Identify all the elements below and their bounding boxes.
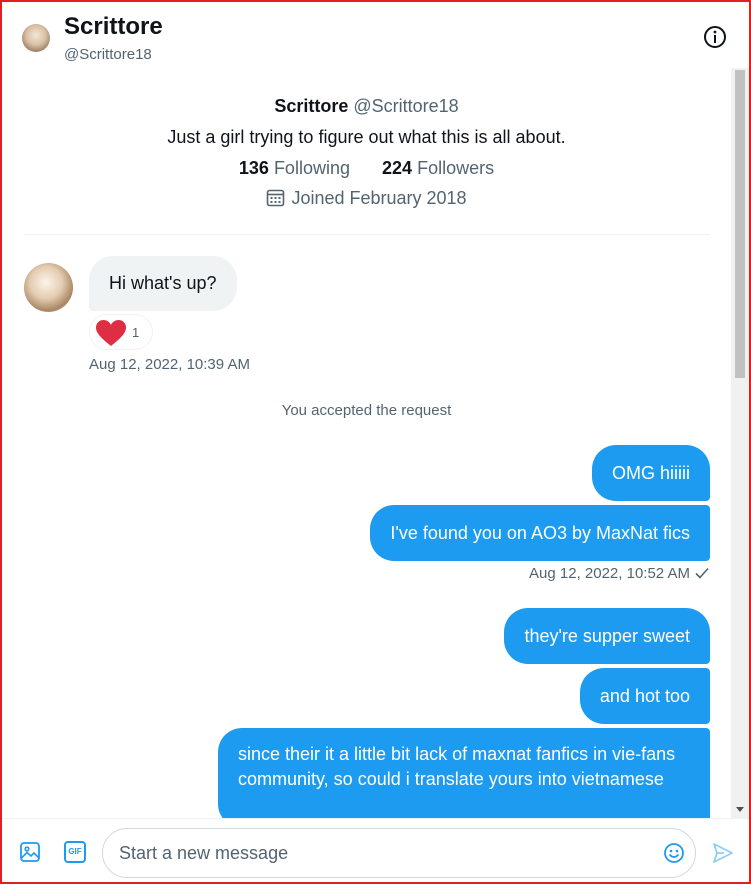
conversation-header: Scrittore @Scrittore18 xyxy=(2,2,749,68)
calendar-icon xyxy=(266,188,285,213)
reaction-count: 1 xyxy=(132,325,140,340)
emoji-icon[interactable] xyxy=(663,842,685,864)
outgoing-message[interactable]: I've found you on AO3 by MaxNat fics xyxy=(370,505,710,561)
joined-text: Joined February 2018 xyxy=(291,188,467,208)
message-timestamp: Aug 12, 2022, 10:39 AM xyxy=(89,356,250,373)
profile-bio: Just a girl trying to figure out what th… xyxy=(167,127,566,147)
send-icon[interactable] xyxy=(711,841,735,865)
profile-summary: Scrittore @Scrittore18 Just a girl tryin… xyxy=(2,94,731,213)
message-list[interactable]: Scrittore @Scrittore18 Just a girl tryin… xyxy=(2,68,731,818)
divider xyxy=(24,234,710,235)
profile-handle: @Scrittore18 xyxy=(353,96,459,116)
avatar[interactable] xyxy=(22,24,50,52)
header-handle: @Scrittore18 xyxy=(64,46,152,63)
incoming-message[interactable]: Hi what's up? xyxy=(89,256,237,311)
check-icon xyxy=(694,566,710,584)
header-name[interactable]: Scrittore xyxy=(64,13,163,41)
scrollbar[interactable] xyxy=(731,68,749,818)
scrollbar-thumb[interactable] xyxy=(735,70,745,378)
sent-timestamp: Aug 12, 2022, 10:52 AM xyxy=(529,565,690,582)
following-label[interactable]: Following xyxy=(274,158,350,178)
reaction-badge[interactable]: 1 xyxy=(89,314,153,350)
profile-joined: Joined February 2018 xyxy=(2,186,731,213)
outgoing-message[interactable]: and hot too xyxy=(579,668,710,724)
followers-count[interactable]: 224 xyxy=(382,158,412,178)
image-icon[interactable] xyxy=(19,841,41,863)
message-input-wrapper xyxy=(102,828,696,878)
request-accepted-notice: You accepted the request xyxy=(281,402,452,419)
profile-name[interactable]: Scrittore xyxy=(274,96,348,116)
outgoing-message[interactable]: they're supper sweet xyxy=(504,608,710,664)
heart-icon xyxy=(95,319,127,352)
following-count[interactable]: 136 xyxy=(239,158,269,178)
gif-button[interactable]: GIF xyxy=(64,841,86,863)
sender-avatar[interactable] xyxy=(24,263,73,312)
message-input[interactable] xyxy=(119,829,649,877)
info-icon[interactable] xyxy=(702,24,728,50)
outgoing-message[interactable]: since their it a little bit lack of maxn… xyxy=(218,728,710,818)
followers-label[interactable]: Followers xyxy=(417,158,494,178)
message-timestamp-sent: Aug 12, 2022, 10:52 AM xyxy=(529,565,710,584)
outgoing-message[interactable]: OMG hiiiii xyxy=(591,445,710,501)
profile-stats: 136 Following 224 Followers xyxy=(2,156,731,180)
message-composer: GIF xyxy=(2,818,749,882)
scroll-down-arrow-icon[interactable] xyxy=(736,807,744,812)
